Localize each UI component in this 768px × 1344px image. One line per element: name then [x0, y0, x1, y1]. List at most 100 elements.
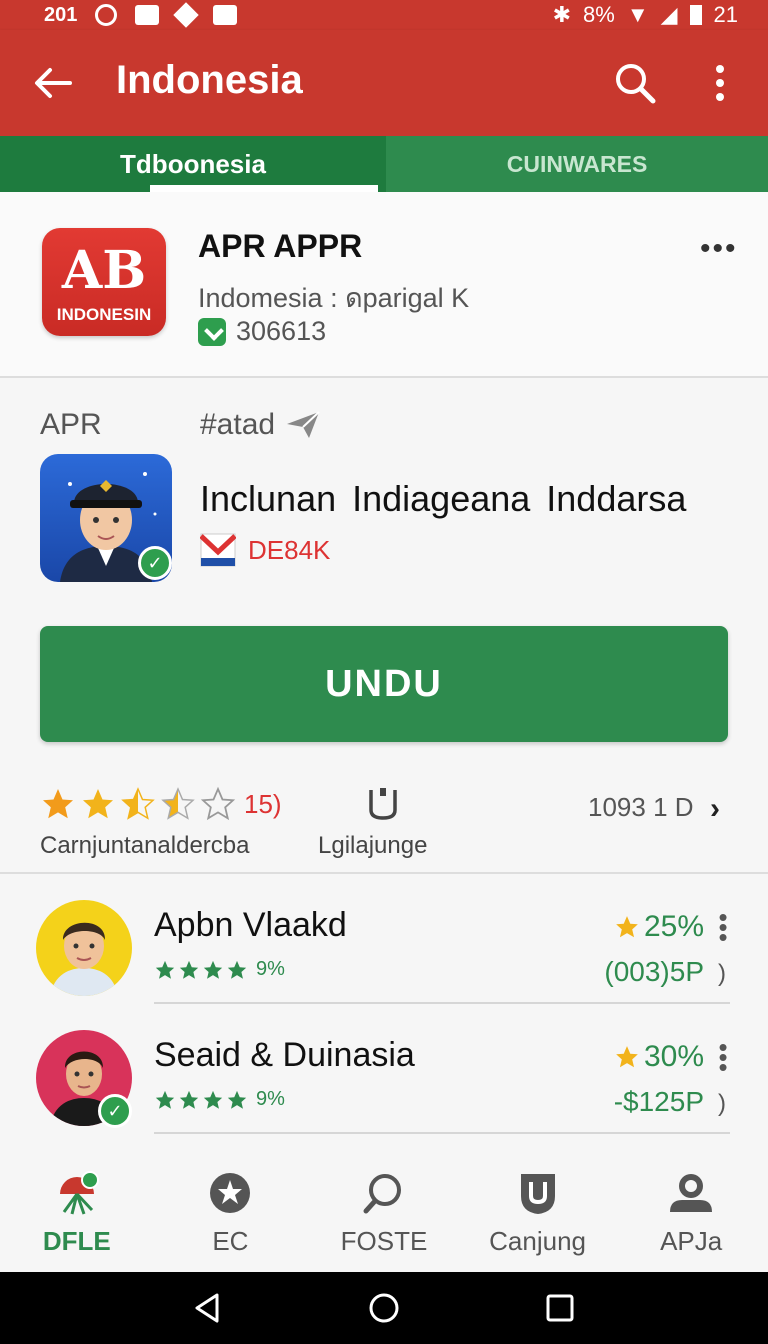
badge-icon: [210, 1173, 251, 1213]
star-icon: [155, 1090, 175, 1109]
status-clock: 21: [713, 2, 738, 27]
wifi-icon: ▼: [626, 2, 649, 27]
app-notification-icon: [213, 5, 238, 25]
app-size: 1093 1 D: [588, 792, 694, 822]
install-button[interactable]: UNDU: [40, 626, 728, 742]
nav-label: Canjung: [489, 1226, 586, 1256]
status-left: 201: [44, 2, 238, 28]
nav-item-foste[interactable]: FOSTE: [307, 1160, 461, 1272]
signal-icon: ◢: [660, 2, 678, 27]
app-subtitle: Indomesia : ดparigal K: [198, 283, 470, 313]
list-item[interactable]: ✓ Seaid & Duinasia 9% 30% -$125P • • • ): [0, 1006, 768, 1134]
status-bar: 201 ✱ 8% ▼ ◢ 21: [0, 0, 768, 30]
recents-square-icon[interactable]: [543, 1291, 577, 1325]
percent-value: 25%: [643, 910, 704, 943]
download-count-row: 306613: [198, 316, 326, 347]
divider: [154, 1132, 730, 1134]
alert-notification-icon: [173, 2, 200, 28]
man-avatar-illustration: [50, 922, 118, 996]
more-vert-icon[interactable]: [702, 60, 738, 106]
app-bar: Indonesia: [0, 30, 768, 136]
chevron-right-icon[interactable]: ›: [710, 792, 720, 826]
nav-label: EC: [212, 1226, 249, 1256]
star-icon: [203, 960, 223, 979]
rating-count: 15): [244, 788, 282, 819]
status-time: 201: [44, 3, 78, 26]
review-stars: 9%: [154, 958, 285, 981]
reviewer-name: Seaid & Duinasia: [154, 1036, 415, 1074]
star-icon: [616, 1046, 638, 1068]
star-icon: [616, 916, 638, 938]
nav-label: DFLE: [42, 1226, 111, 1256]
review-percent: 25%: [614, 910, 704, 944]
tab-cuinwares[interactable]: CUINWARES: [386, 136, 768, 192]
tab-bar: Tdboonesia CUINWARES: [0, 136, 768, 192]
tab-label: CUINWARES: [506, 150, 648, 177]
rating-label: Carnjuntanaldercba: [40, 832, 250, 859]
review-price: (003)5P: [604, 956, 704, 987]
search-icon[interactable]: [612, 60, 658, 106]
avatar: [36, 900, 132, 996]
review-stars-label: 9%: [256, 1088, 285, 1110]
developer-name: DE84K: [248, 534, 331, 565]
review-stars: 9%: [154, 1088, 285, 1111]
verified-badge-icon: ✓: [98, 1094, 132, 1128]
back-arrow-icon[interactable]: [30, 60, 76, 106]
send-icon: [287, 411, 320, 438]
review-paren: ): [718, 1090, 726, 1117]
app-icon: [59, 1171, 99, 1215]
status-text: #atad: [200, 408, 276, 441]
section-label: APR: [40, 408, 102, 441]
nav-item-dfle[interactable]: DFLE: [0, 1160, 154, 1272]
home-circle-icon[interactable]: [367, 1291, 401, 1325]
nav-label: FOSTE: [340, 1226, 428, 1256]
nav-item-canjung[interactable]: Canjung: [461, 1160, 615, 1272]
shield-icon: [520, 1174, 555, 1214]
status-right: ✱ 8% ▼ ◢ 21: [553, 2, 738, 28]
nav-item-apja[interactable]: APJa: [614, 1160, 768, 1272]
featured-app-card[interactable]: AB INDONESIN APR APPR Indomesia : ดparig…: [0, 192, 768, 378]
more-vert-icon[interactable]: • • •: [718, 904, 728, 950]
reviewer-name: Apbn Vlaakd: [154, 906, 347, 944]
camera-notification-icon: [95, 4, 118, 26]
star-icon: [227, 960, 247, 979]
star-icon: [179, 960, 199, 979]
person-icon: [670, 1174, 713, 1212]
star-half-icon: [121, 787, 155, 820]
battery-percent: 8%: [583, 2, 615, 27]
star-icon: [203, 1090, 223, 1109]
age-rating-icon: [369, 788, 397, 820]
app-name: APR APPR: [198, 228, 363, 264]
bluetooth-icon: ✱: [552, 2, 572, 27]
nav-item-ec[interactable]: EC: [154, 1160, 308, 1272]
star-icon: [179, 1090, 199, 1109]
tab-indonesia[interactable]: Tdboonesia: [0, 136, 386, 192]
more-vert-icon[interactable]: • • •: [718, 1034, 728, 1080]
search-icon: [363, 1174, 401, 1214]
star-full-icon: [83, 789, 113, 819]
list-item[interactable]: Apbn Vlaakd 9% 25% (003)5P • • • ): [0, 876, 768, 1004]
status-row: #atad: [200, 408, 321, 442]
app-logo-mark: AB: [61, 240, 147, 301]
review-price: -$125P: [613, 1086, 704, 1117]
system-nav-bar: [0, 1272, 768, 1344]
photo-notification-icon: [135, 5, 160, 25]
tab-indicator: [150, 185, 378, 192]
app-stats-row: 15) Carnjuntanaldercba Lgilajunge 1093 1…: [0, 778, 768, 868]
download-icon: [198, 317, 226, 346]
review-paren: ): [718, 960, 726, 987]
mail-icon: [200, 533, 236, 567]
rating-stars: 15): [40, 786, 282, 822]
content-rating-label: Lgilajunge: [318, 832, 428, 859]
app-detail-card: APR #atad ✓ Inclunan Indiageana Inddarsa…: [0, 378, 768, 874]
nav-label: APJa: [660, 1226, 723, 1256]
back-triangle-icon[interactable]: [191, 1291, 225, 1325]
review-percent: 30%: [614, 1040, 704, 1074]
star-icon: [155, 960, 175, 979]
developer-row[interactable]: DE84K: [200, 530, 330, 570]
review-stars-label: 9%: [256, 958, 285, 980]
app-headline: Inclunan Indiageana Inddarsa: [200, 478, 687, 519]
percent-value: 30%: [643, 1040, 704, 1073]
battery-icon: [689, 5, 702, 25]
more-horiz-icon[interactable]: •••: [700, 232, 738, 266]
